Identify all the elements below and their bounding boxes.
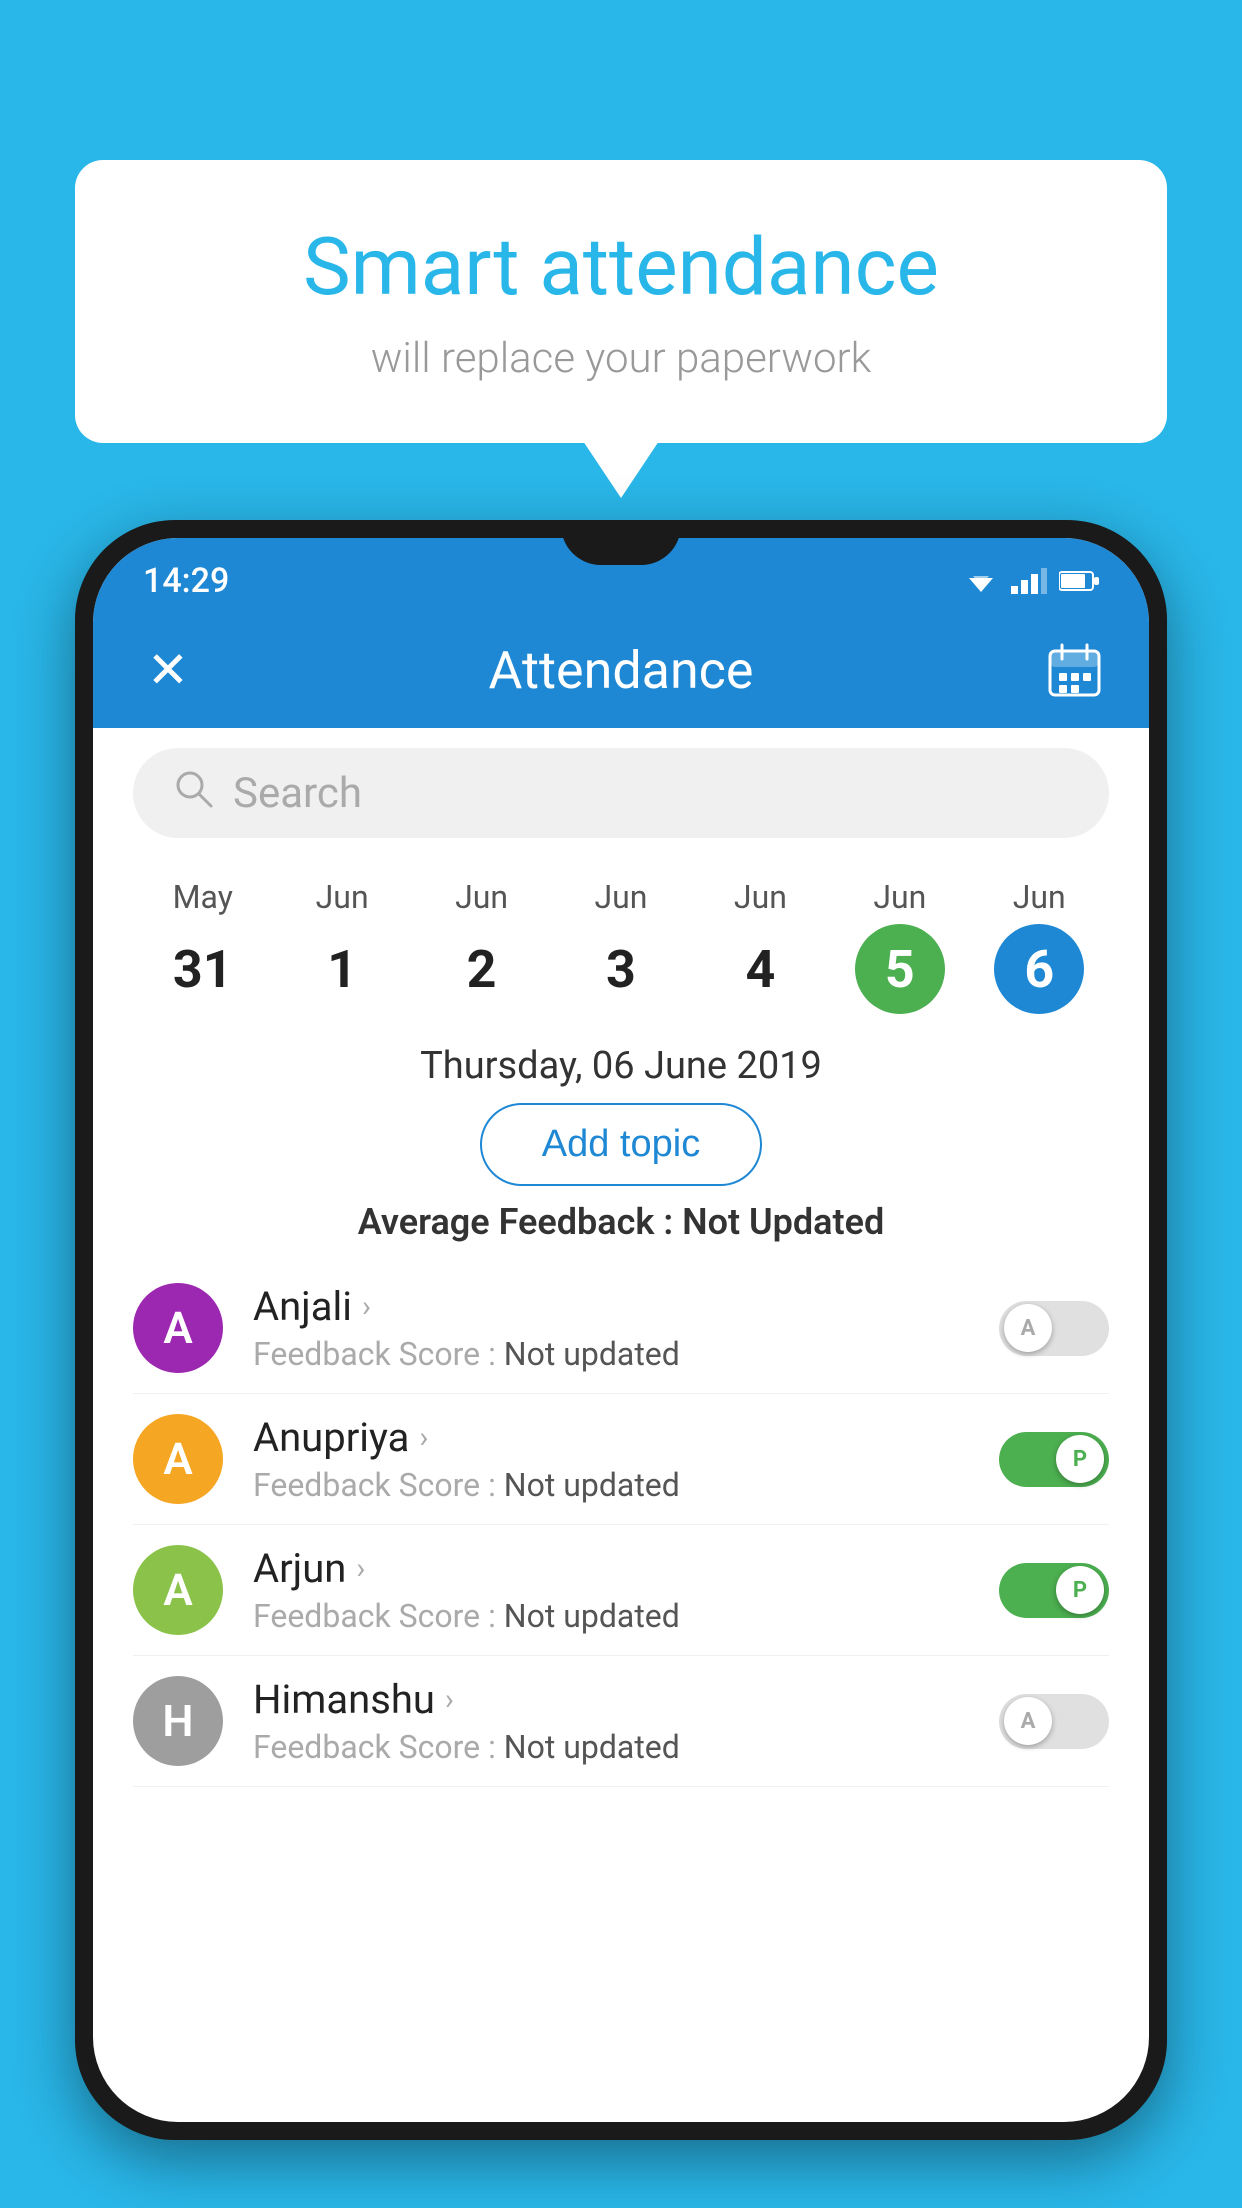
cal-month-label: Jun <box>873 878 926 916</box>
cal-month-label: Jun <box>594 878 647 916</box>
cal-month-label: Jun <box>455 878 508 916</box>
calendar-strip: May 31 Jun 1 Jun 2 Jun 3 Jun 4 Jun 5 Jun 6 <box>93 858 1149 1024</box>
calendar-day-4[interactable]: Jun 4 <box>715 878 805 1014</box>
phone-outer: 14:29 <box>75 520 1167 2140</box>
student-avatar-0: A <box>133 1283 223 1373</box>
student-name-3: Himanshu › <box>253 1676 969 1723</box>
toggle-knob-0: A <box>1004 1304 1052 1352</box>
cal-month-label: May <box>173 878 233 916</box>
app-bar-title: Attendance <box>233 640 1009 701</box>
student-avatar-2: A <box>133 1545 223 1635</box>
search-input[interactable]: Search <box>233 769 362 818</box>
add-topic-button[interactable]: Add topic <box>480 1103 762 1186</box>
search-icon <box>173 768 213 819</box>
student-row-0[interactable]: A Anjali › Feedback Score : Not updated A <box>133 1263 1109 1394</box>
student-avatar-3: H <box>133 1676 223 1766</box>
speech-bubble-container: Smart attendance will replace your paper… <box>75 160 1167 443</box>
student-score-2: Feedback Score : Not updated <box>253 1597 969 1635</box>
cal-date-label: 1 <box>297 924 387 1014</box>
attendance-toggle-3[interactable]: A <box>999 1694 1109 1749</box>
calendar-day-3[interactable]: Jun 3 <box>576 878 666 1014</box>
calendar-day-6[interactable]: Jun 6 <box>994 878 1084 1014</box>
student-score-3: Feedback Score : Not updated <box>253 1728 969 1766</box>
calendar-day-2[interactable]: Jun 2 <box>437 878 527 1014</box>
cal-month-label: Jun <box>316 878 369 916</box>
cal-date-label: 5 <box>855 924 945 1014</box>
cal-date-label: 6 <box>994 924 1084 1014</box>
app-bar: ✕ Attendance <box>93 613 1149 728</box>
calendar-day-5[interactable]: Jun 5 <box>855 878 945 1014</box>
toggle-knob-1: P <box>1056 1435 1104 1483</box>
wifi-icon <box>963 568 999 594</box>
student-info-1: Anupriya › Feedback Score : Not updated <box>253 1414 969 1504</box>
student-row-3[interactable]: H Himanshu › Feedback Score : Not updated A <box>133 1656 1109 1787</box>
student-info-3: Himanshu › Feedback Score : Not updated <box>253 1676 969 1766</box>
phone-screen: 14:29 <box>93 538 1149 2122</box>
attendance-toggle-1[interactable]: P <box>999 1432 1109 1487</box>
search-bar[interactable]: Search <box>133 748 1109 838</box>
attendance-toggle-0[interactable]: A <box>999 1301 1109 1356</box>
student-avatar-1: A <box>133 1414 223 1504</box>
selected-date: Thursday, 06 June 2019 <box>93 1044 1149 1088</box>
student-name-0: Anjali › <box>253 1283 969 1330</box>
student-row-2[interactable]: A Arjun › Feedback Score : Not updated P <box>133 1525 1109 1656</box>
cal-date-label: 2 <box>437 924 527 1014</box>
cal-date-label: 3 <box>576 924 666 1014</box>
status-icons <box>963 568 1099 594</box>
student-list: AAnjali ›Feedback Score : Not updatedAAA… <box>93 1263 1149 1787</box>
student-score-1: Feedback Score : Not updated <box>253 1466 969 1504</box>
avg-feedback-label: Average Feedback : <box>358 1201 682 1243</box>
calendar-day-31[interactable]: May 31 <box>158 878 248 1014</box>
attendance-toggle-2[interactable]: P <box>999 1563 1109 1618</box>
phone-container: 14:29 <box>75 520 1167 2208</box>
avg-feedback-value: Not Updated <box>682 1201 884 1243</box>
speech-bubble: Smart attendance will replace your paper… <box>75 160 1167 443</box>
cal-date-label: 4 <box>715 924 805 1014</box>
battery-icon <box>1059 570 1099 592</box>
signal-icon <box>1011 568 1047 594</box>
status-time: 14:29 <box>143 561 229 601</box>
close-button[interactable]: ✕ <box>133 636 203 706</box>
speech-bubble-title: Smart attendance <box>155 220 1087 314</box>
cal-date-label: 31 <box>158 924 248 1014</box>
toggle-knob-2: P <box>1056 1566 1104 1614</box>
cal-month-label: Jun <box>1013 878 1066 916</box>
student-name-2: Arjun › <box>253 1545 969 1592</box>
avg-feedback: Average Feedback : Not Updated <box>93 1201 1149 1243</box>
student-name-1: Anupriya › <box>253 1414 969 1461</box>
speech-bubble-subtitle: will replace your paperwork <box>155 334 1087 383</box>
phone-notch <box>561 520 681 565</box>
student-row-1[interactable]: A Anupriya › Feedback Score : Not updated P <box>133 1394 1109 1525</box>
student-score-0: Feedback Score : Not updated <box>253 1335 969 1373</box>
calendar-button[interactable] <box>1039 636 1109 706</box>
cal-month-label: Jun <box>734 878 787 916</box>
toggle-knob-3: A <box>1004 1697 1052 1745</box>
student-info-2: Arjun › Feedback Score : Not updated <box>253 1545 969 1635</box>
student-info-0: Anjali › Feedback Score : Not updated <box>253 1283 969 1373</box>
calendar-day-1[interactable]: Jun 1 <box>297 878 387 1014</box>
